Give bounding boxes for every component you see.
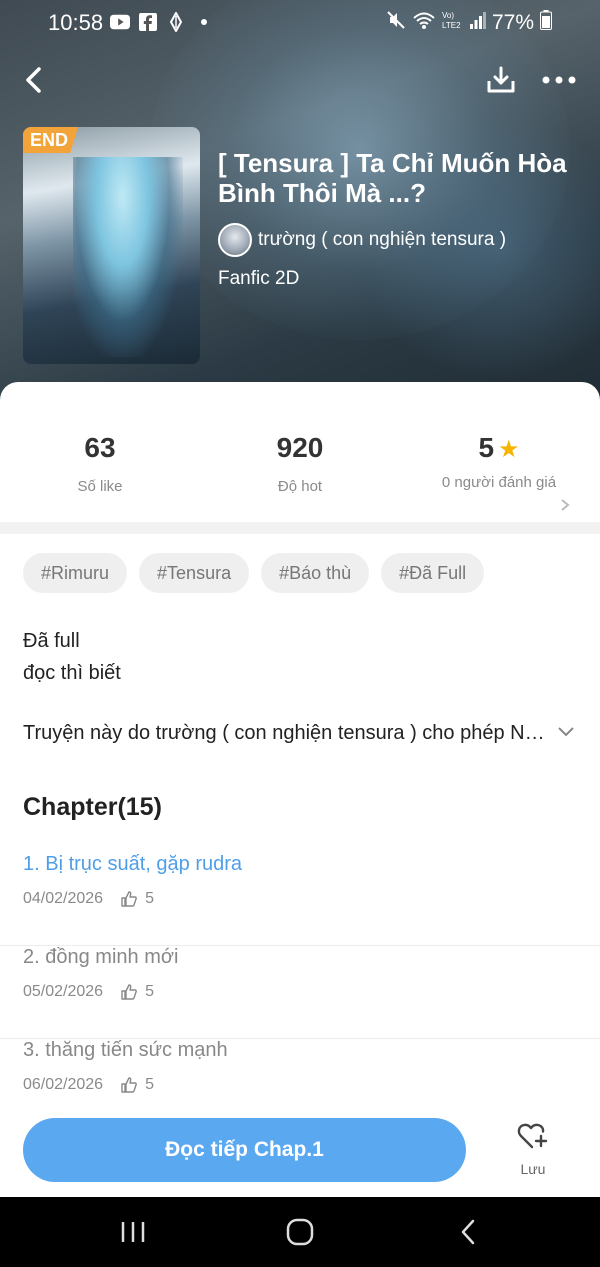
author-name: trường ( con nghiện tensura ) xyxy=(258,229,507,250)
story-title: [ Tensura ] Ta Chỉ Muốn Hòa Bình Thôi Mà… xyxy=(218,148,567,208)
description-line-1: Đã full xyxy=(23,630,80,652)
chapter-date: 04/02/2026 xyxy=(23,890,104,907)
chapter-title: 3. thăng tiến sức mạnh xyxy=(23,1039,228,1061)
rating-value: 5 xyxy=(478,432,495,463)
rating-value-row: 5 ★ xyxy=(414,432,584,464)
likes-value: 63 xyxy=(84,432,116,463)
status-bar: 10:58 Vo) LTE2 77% xyxy=(0,0,600,48)
back-button[interactable] xyxy=(14,60,54,100)
recent-apps-icon xyxy=(121,1222,145,1242)
chapter-date: 05/02/2026 xyxy=(23,983,104,1000)
more-dots-icon xyxy=(542,76,576,84)
system-back-icon xyxy=(461,1219,475,1245)
chapter-meta: 05/02/2026 5 xyxy=(23,983,154,1001)
chapter-item[interactable]: 2. đồng minh mới 05/02/2026 5 xyxy=(0,946,600,1039)
messenger-icon xyxy=(166,12,186,32)
content-sheet: 63 Số like 920 Độ hot 5 ★ 0 người đánh gi… xyxy=(0,382,600,1102)
cover-character-art xyxy=(73,157,183,357)
chapter-item[interactable]: 1. Bị trục suất, gặp rudra 04/02/2026 5 xyxy=(0,853,600,946)
chapter-like-count: 5 xyxy=(145,1076,154,1093)
thumbs-up-icon xyxy=(121,984,137,1000)
heart-plus-icon xyxy=(517,1123,548,1149)
stat-hot: 920 Độ hot xyxy=(200,432,400,496)
chapter-title: 2. đồng minh mới xyxy=(23,946,179,968)
stat-likes: 63 Số like xyxy=(0,432,200,496)
system-back-button[interactable] xyxy=(448,1215,488,1249)
home-icon xyxy=(286,1218,314,1246)
facebook-icon xyxy=(138,13,158,31)
chevron-down-icon[interactable] xyxy=(556,725,576,739)
status-system-icons: Vo) LTE2 77% xyxy=(386,10,552,35)
stats-row: 63 Số like 920 Độ hot 5 ★ 0 người đánh gi… xyxy=(0,412,600,522)
download-button[interactable] xyxy=(481,60,521,100)
chapter-date: 06/02/2026 xyxy=(23,1076,104,1093)
star-icon: ★ xyxy=(498,436,520,463)
chevron-right-icon xyxy=(561,499,570,511)
author-link[interactable]: trường ( con nghiện tensura ) xyxy=(218,223,506,257)
author-avatar xyxy=(218,223,252,257)
home-button[interactable] xyxy=(280,1215,320,1249)
youtube-icon xyxy=(110,13,130,31)
tag-chip[interactable]: #Tensura xyxy=(139,553,250,593)
permission-text[interactable]: Truyện này do trường ( con nghiện tensur… xyxy=(23,722,553,745)
chapter-like-count: 5 xyxy=(145,983,154,1000)
chapter-meta: 06/02/2026 5 xyxy=(23,1076,154,1094)
thumbs-up-icon xyxy=(121,891,137,907)
chapter-heading: Chapter(15) xyxy=(23,793,162,821)
tag-chip[interactable]: #Báo thù xyxy=(261,553,370,593)
system-navigation-bar xyxy=(0,1197,600,1267)
chapter-item[interactable]: 3. thăng tiến sức mạnh 06/02/2026 5 xyxy=(0,1039,600,1102)
tag-chip[interactable]: #Đã Full xyxy=(381,553,485,593)
likes-label: Số like xyxy=(77,478,123,495)
story-category: Fanfic 2D xyxy=(218,268,300,289)
tag-list: #Rimuru #Tensura #Báo thù #Đã Full xyxy=(23,553,485,593)
save-button[interactable]: Lưu xyxy=(505,1122,561,1177)
hot-value: 920 xyxy=(276,432,324,463)
chapter-likes: 5 xyxy=(121,983,154,1001)
chapter-likes: 5 xyxy=(121,1076,154,1094)
chapter-likes: 5 xyxy=(121,890,154,908)
battery-icon xyxy=(540,10,552,35)
stat-rating[interactable]: 5 ★ 0 người đánh giá xyxy=(414,432,584,492)
battery-percent: 77% xyxy=(491,10,534,34)
volte-icon: Vo) LTE2 xyxy=(442,10,464,35)
back-arrow-icon xyxy=(26,67,41,93)
more-options-button[interactable] xyxy=(539,60,579,100)
signal-icon xyxy=(469,11,486,34)
save-label: Lưu xyxy=(520,1161,546,1177)
continue-reading-button[interactable]: Đọc tiếp Chap.1 xyxy=(23,1118,466,1182)
notification-dot-icon xyxy=(194,13,214,31)
tag-chip[interactable]: #Rimuru xyxy=(23,553,128,593)
svg-text:Vo): Vo) xyxy=(442,11,454,20)
story-cover-image[interactable]: END xyxy=(23,127,200,364)
hot-label: Độ hot xyxy=(277,478,323,495)
thumbs-up-icon xyxy=(121,1077,137,1093)
status-app-icons xyxy=(110,12,214,32)
status-time: 10:58 xyxy=(48,10,104,35)
bottom-action-bar: Đọc tiếp Chap.1 Lưu xyxy=(0,1102,600,1197)
chapter-title: 1. Bị trục suất, gặp rudra xyxy=(23,853,243,875)
wifi-icon xyxy=(412,10,436,35)
section-divider xyxy=(0,522,600,534)
svg-text:LTE2: LTE2 xyxy=(442,21,461,30)
recent-apps-button[interactable] xyxy=(113,1215,153,1249)
end-badge: END xyxy=(23,127,78,153)
chapter-meta: 04/02/2026 5 xyxy=(23,890,154,908)
download-icon xyxy=(487,66,515,93)
rating-label: 0 người đánh giá xyxy=(441,474,557,491)
description-line-2: đọc thì biết xyxy=(23,662,121,684)
mute-icon xyxy=(386,10,406,35)
chapter-like-count: 5 xyxy=(145,890,154,907)
